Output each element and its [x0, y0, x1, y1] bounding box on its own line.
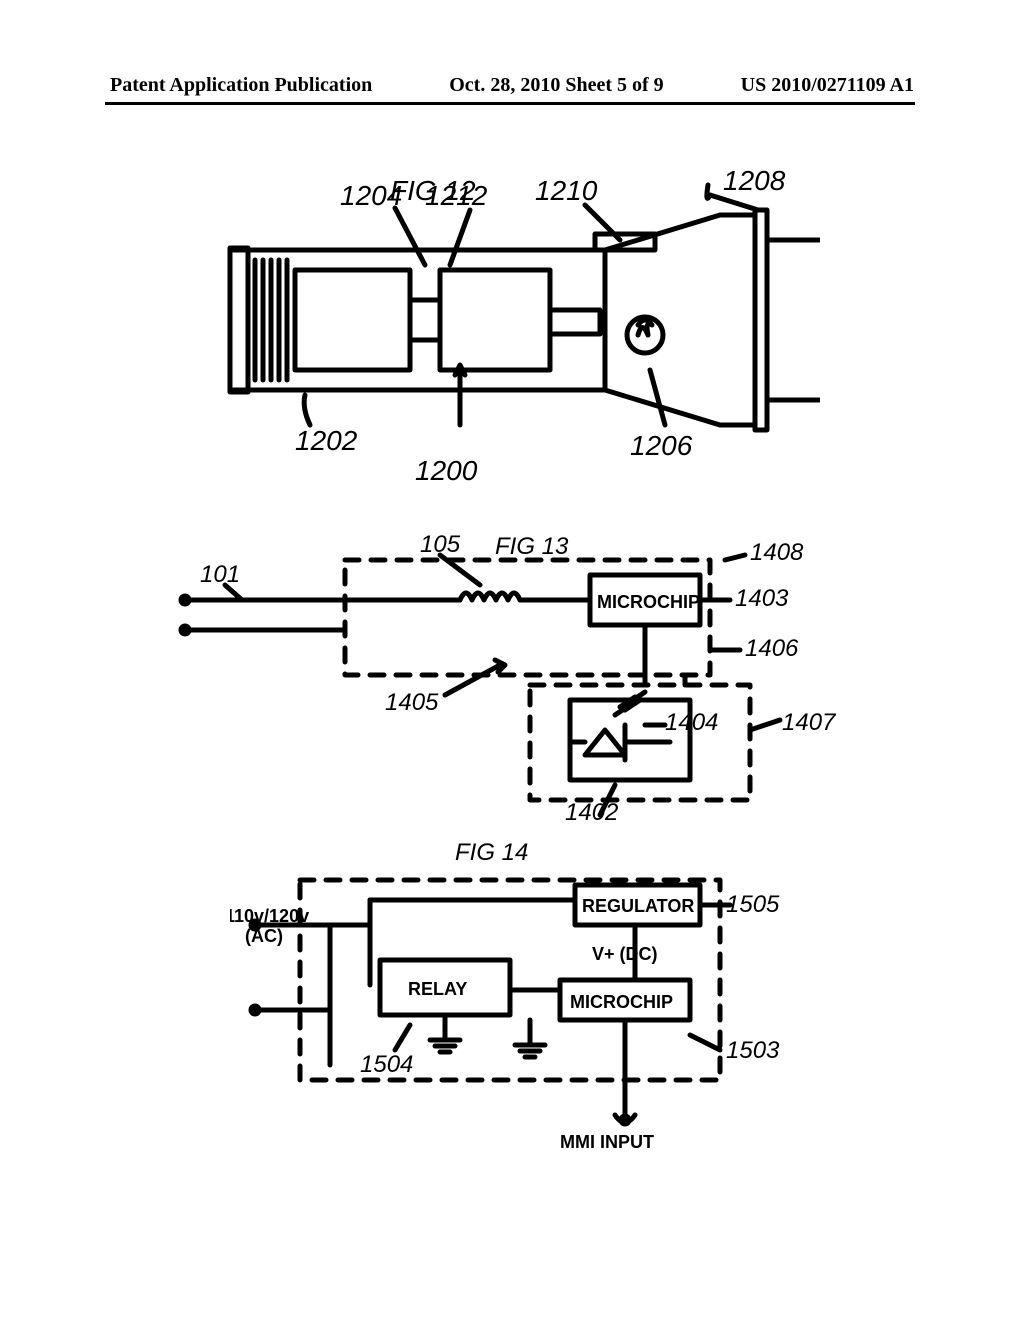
fig14-ref-1505: 1505	[726, 891, 780, 918]
fig13-label: FIG 13	[495, 533, 569, 560]
header-center: Oct. 28, 2010 Sheet 5 of 9	[449, 74, 663, 97]
header-right: US 2010/0271109 A1	[741, 74, 914, 97]
figure-14-svg: FIG 14 1505 1503 1504 REGULATOR MICROCHI…	[230, 830, 790, 1160]
page-header: Patent Application Publication Oct. 28, …	[0, 74, 1024, 97]
fig14-microchip-label: MICROCHIP	[570, 992, 673, 1012]
fig12-ref-1200: 1200	[415, 455, 478, 486]
fig12-ref-1208: 1208	[723, 170, 786, 196]
fig13-ref-1408: 1408	[750, 539, 804, 566]
fig12-ref-1212: 1212	[425, 180, 488, 211]
fig12-ref-1210: 1210	[535, 175, 598, 206]
header-rule	[105, 102, 915, 105]
fig14-vplus-label: V+ (DC)	[592, 944, 658, 964]
fig13-ref-1403: 1403	[735, 585, 789, 612]
fig14-ac-label-line1: 110v/120v	[230, 906, 309, 926]
header-left: Patent Application Publication	[110, 74, 372, 97]
fig14-regulator-label: REGULATOR	[582, 896, 694, 916]
fig13-ref-1406: 1406	[745, 635, 799, 662]
fig13-ref-1402: 1402	[565, 799, 618, 820]
fig13-microchip-label: MICROCHIP	[597, 592, 700, 612]
figure-12-svg: FIG 12 1204 1212 1210 1208 1202 1206 120…	[200, 170, 820, 490]
fig13-ref-1407: 1407	[782, 709, 837, 736]
fig13-ref-1404: 1404	[665, 709, 718, 736]
fig14-ref-1504: 1504	[360, 1051, 413, 1078]
fig12-ref-1204: 1204	[340, 180, 402, 211]
fig14-relay-label: RELAY	[408, 979, 467, 999]
page: Patent Application Publication Oct. 28, …	[0, 0, 1024, 1320]
figure-13: FIG 13 101 105 1408 1403 1406 1407 1404 …	[170, 530, 850, 820]
fig13-ref-1405: 1405	[385, 689, 439, 716]
fig13-ref-105: 105	[420, 531, 461, 558]
fig14-ref-1503: 1503	[726, 1037, 780, 1064]
fig14-ac-label-line2: (AC)	[245, 926, 283, 946]
fig13-ref-101: 101	[200, 561, 240, 588]
figure-13-svg: FIG 13 101 105 1408 1403 1406 1407 1404 …	[170, 530, 850, 820]
fig14-label: FIG 14	[455, 839, 528, 866]
figure-14: FIG 14 1505 1503 1504 REGULATOR MICROCHI…	[230, 830, 790, 1160]
fig14-mmi-label: MMI INPUT	[560, 1132, 654, 1152]
figure-12: FIG 12 1204 1212 1210 1208 1202 1206 120…	[200, 170, 820, 490]
fig12-ref-1202: 1202	[295, 425, 358, 456]
fig12-ref-1206: 1206	[630, 430, 693, 461]
